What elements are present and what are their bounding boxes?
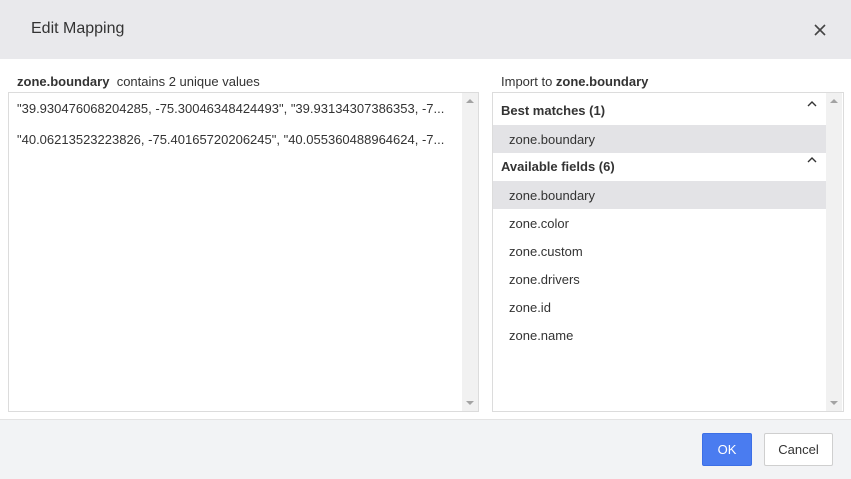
list-item: "39.930476068204285, -75.30046348424493"… [17, 101, 445, 116]
dialog-footer: OK Cancel [0, 419, 851, 479]
unique-values-list[interactable]: "39.930476068204285, -75.30046348424493"… [8, 92, 479, 412]
ok-button[interactable]: OK [702, 433, 752, 466]
source-summary: contains 2 unique values [116, 74, 260, 89]
cancel-button[interactable]: Cancel [764, 433, 833, 466]
close-button[interactable] [808, 18, 832, 42]
field-label: zone.color [509, 216, 569, 231]
import-to-label: Import to [501, 74, 553, 89]
list-item: "40.06213523223826, -75.40165720206245",… [17, 132, 445, 147]
field-label: zone.name [509, 328, 574, 343]
target-fields-list[interactable]: Best matches (1) zone.boundary Available… [492, 92, 844, 412]
source-field-name: zone.boundary [17, 74, 110, 89]
scroll-up-icon[interactable] [462, 93, 478, 109]
available-field-item[interactable]: zone.color [493, 209, 826, 237]
best-matches-label: Best matches (1) [501, 103, 606, 118]
close-icon [814, 24, 826, 36]
edit-mapping-dialog: Edit Mapping zone.boundary contains 2 un… [0, 0, 851, 479]
available-fields-label: Available fields (6) [501, 159, 615, 174]
best-matches-header[interactable]: Best matches (1) [493, 93, 826, 121]
field-label: zone.id [509, 300, 551, 315]
dialog-header: Edit Mapping [0, 0, 851, 59]
chevron-up-icon[interactable] [805, 97, 819, 111]
scroll-down-icon[interactable] [462, 395, 478, 411]
scroll-down-icon[interactable] [826, 395, 842, 411]
target-field-name: zone.boundary [555, 74, 649, 89]
available-field-item[interactable]: zone.custom [493, 237, 826, 265]
fields-scrollbar[interactable] [826, 93, 842, 411]
dialog-title: Edit Mapping [31, 20, 125, 37]
available-field-item[interactable]: zone.name [493, 321, 826, 349]
chevron-up-icon[interactable] [805, 153, 819, 167]
available-field-item[interactable]: zone.id [493, 293, 826, 321]
available-field-item[interactable]: zone.boundary [493, 181, 826, 209]
scroll-up-icon[interactable] [826, 93, 842, 109]
source-heading: zone.boundary contains 2 unique values [17, 74, 260, 89]
field-label: zone.custom [509, 244, 583, 259]
available-fields-header[interactable]: Available fields (6) [493, 149, 826, 177]
field-label: zone.boundary [509, 188, 596, 203]
values-scrollbar[interactable] [462, 93, 478, 411]
field-label: zone.boundary [509, 132, 596, 147]
target-heading: Import to zone.boundary [501, 74, 648, 89]
field-label: zone.drivers [509, 272, 580, 287]
available-field-item[interactable]: zone.drivers [493, 265, 826, 293]
